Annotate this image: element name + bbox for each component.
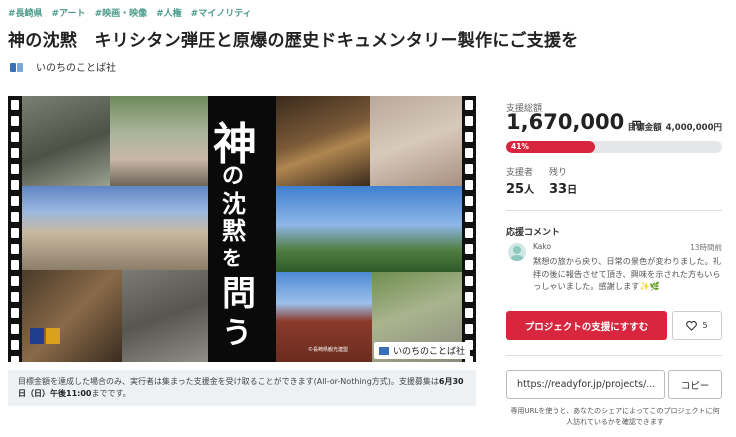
all-or-nothing-note: 目標金額を達成した場合のみ、実行者は集まった支援金を受け取ることができます(Al…	[8, 370, 476, 406]
tag-link[interactable]: #人権	[156, 6, 182, 19]
photo-stones	[122, 270, 208, 362]
photo-people	[110, 96, 208, 186]
tag-link[interactable]: #アート	[52, 6, 86, 19]
favorite-count: 5	[702, 321, 708, 330]
supporters-unit: 人	[524, 185, 535, 196]
photo-angel-relief	[370, 96, 462, 186]
tag-link[interactable]: #マイノリティ	[191, 6, 252, 19]
film-stamp	[30, 328, 60, 344]
project-owner[interactable]: いのちのことば社	[10, 59, 116, 74]
tag-list: #長崎県 #アート #映画・映像 #人権 #マイノリティ	[8, 6, 252, 19]
page-title: 神の沈黙 キリシタン弾圧と原爆の歴史ドキュメンタリー製作にご支援を	[8, 31, 579, 51]
supporters-label: 支援者	[506, 168, 534, 178]
owner-name[interactable]: いのちのことば社	[36, 59, 116, 74]
photo-bronze-relief	[22, 270, 122, 362]
film-strip	[462, 96, 476, 362]
photo-crucifix	[276, 96, 370, 186]
hero-title-char: 黙	[222, 216, 246, 245]
goal-amount: 目標金額 4,000,000円	[624, 121, 722, 133]
remaining-unit: 日	[567, 185, 578, 196]
support-project-button[interactable]: プロジェクトの支援にすすむ	[506, 311, 667, 340]
remaining-stat: 残り 33日	[549, 165, 577, 197]
hero-title-char: う	[222, 316, 252, 351]
total-amount: 1,670,000 円	[506, 110, 642, 134]
remaining-label: 残り	[549, 168, 568, 178]
comment-text: 黙想の旅から戻り、日常の景色が変わりました。礼拝の後に報告させて頂き、興味を示さ…	[533, 256, 721, 292]
hero-publisher-logo: いのちのことば社	[374, 342, 471, 359]
goal-value: 4,000,000円	[665, 123, 722, 133]
divider	[506, 210, 722, 211]
tag-link[interactable]: #映画・映像	[95, 6, 148, 19]
book-icon	[10, 61, 24, 73]
divider	[506, 355, 722, 356]
avatar	[508, 243, 526, 261]
photo-peace-statue	[276, 186, 462, 272]
remaining-value: 33	[549, 182, 568, 197]
photo-caption: ©長崎県観光連盟	[308, 347, 349, 353]
favorite-button[interactable]: 5	[672, 311, 722, 340]
tag-link[interactable]: #長崎県	[8, 6, 43, 19]
copy-button[interactable]: コピー	[668, 370, 722, 399]
note-text: 目標金額を達成した場合のみ、実行者は集まった支援金を受け取ることができます(Al…	[18, 377, 439, 386]
book-icon	[379, 346, 389, 355]
amount-value: 1,670,000	[506, 110, 625, 134]
heart-icon	[686, 320, 698, 331]
progress-bar: 41%	[506, 141, 722, 153]
comments-heading: 応援コメント	[506, 228, 561, 238]
note-suffix: までです。	[91, 388, 131, 398]
supporters-stat: 支援者 25人	[506, 165, 534, 197]
goal-label: 目標金額	[627, 123, 662, 133]
progress-fill: 41%	[506, 141, 595, 153]
hero-logo-text: いのちのことば社	[393, 347, 466, 357]
hero-image[interactable]: 神 の 沈 黙 を 問 う ©長崎県観光連盟 いのちのことば社	[8, 96, 476, 362]
comment-author[interactable]: Kako	[533, 242, 551, 251]
comment-time: 13時間前	[689, 243, 722, 252]
comment-item: Kako 13時間前 黙想の旅から戻り、日常の景色が変わりました。礼拝の後に報告…	[506, 240, 722, 300]
share-url-note: 専用URLを使うと、あなたのシェアによってこのプロジェクトに何人訪れているかを確…	[510, 407, 720, 427]
supporters-value: 25	[506, 182, 525, 197]
share-url-field[interactable]: https://readyfor.jp/projects/...	[506, 370, 665, 399]
photo-memorial-building	[22, 186, 208, 270]
film-strip	[8, 96, 22, 362]
photo-stone-statue	[22, 96, 110, 186]
